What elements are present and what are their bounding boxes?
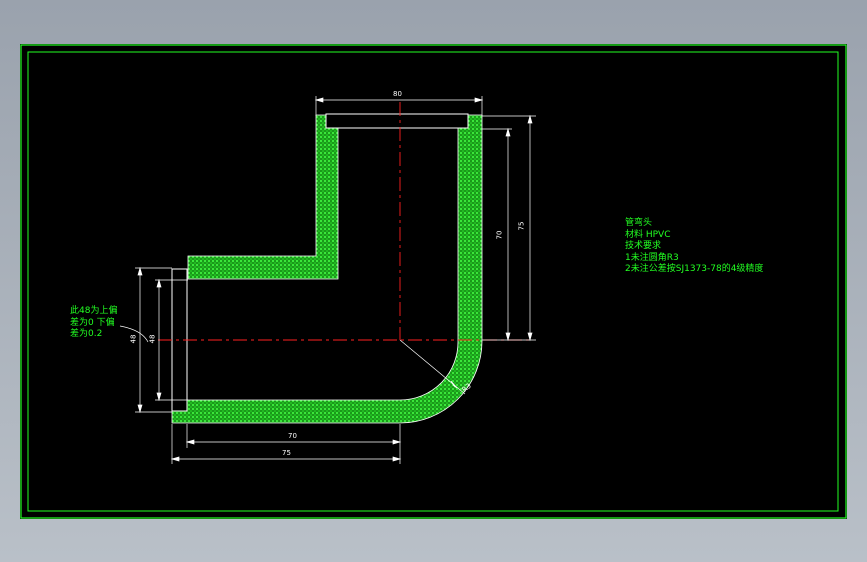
dim-text-left-outer: 48 [129,334,138,344]
tolerance-note-line-2: 差为0 下偏 [70,317,115,328]
dim-bottom-lengths [170,424,402,464]
top-socket [325,113,469,129]
tolerance-note-line-3: 差为0.2 [70,329,103,339]
dim-text-top-width: 80 [393,90,402,98]
requirements-heading: 技术要求 [625,241,662,251]
drawing-viewport[interactable]: 80 70 75 48 48 70 75 R3 此48为上偏 差为0 下偏 差为… [20,44,847,519]
dim-text-bottom-inner: 70 [288,432,297,440]
material-line: 材料 HPVC [625,229,671,240]
dim-top-width [314,96,484,116]
dim-text-right-inner: 70 [495,230,504,240]
inner-wall-section [187,114,339,280]
technical-notes: 管弯头 材料 HPVC 技术要求 1未注圆角R3 2未注公差按SJ1373-78… [625,218,763,276]
elbow-pipe-drawing [20,44,847,519]
tolerance-note: 此48为上偏 差为0 下偏 差为0.2 [70,306,117,341]
dim-text-right-outer: 75 [517,221,526,231]
tolerance-note-line-1: 此48为上偏 [70,306,118,316]
dim-text-left-inner: 48 [148,334,157,344]
requirement-1: 1未注圆角R3 [625,252,679,263]
requirement-2: 2未注公差按SJ1373-78的4级精度 [625,264,764,274]
dim-text-bottom-outer: 75 [282,449,291,457]
dim-right-heights [482,114,536,342]
part-title: 管弯头 [625,218,653,228]
